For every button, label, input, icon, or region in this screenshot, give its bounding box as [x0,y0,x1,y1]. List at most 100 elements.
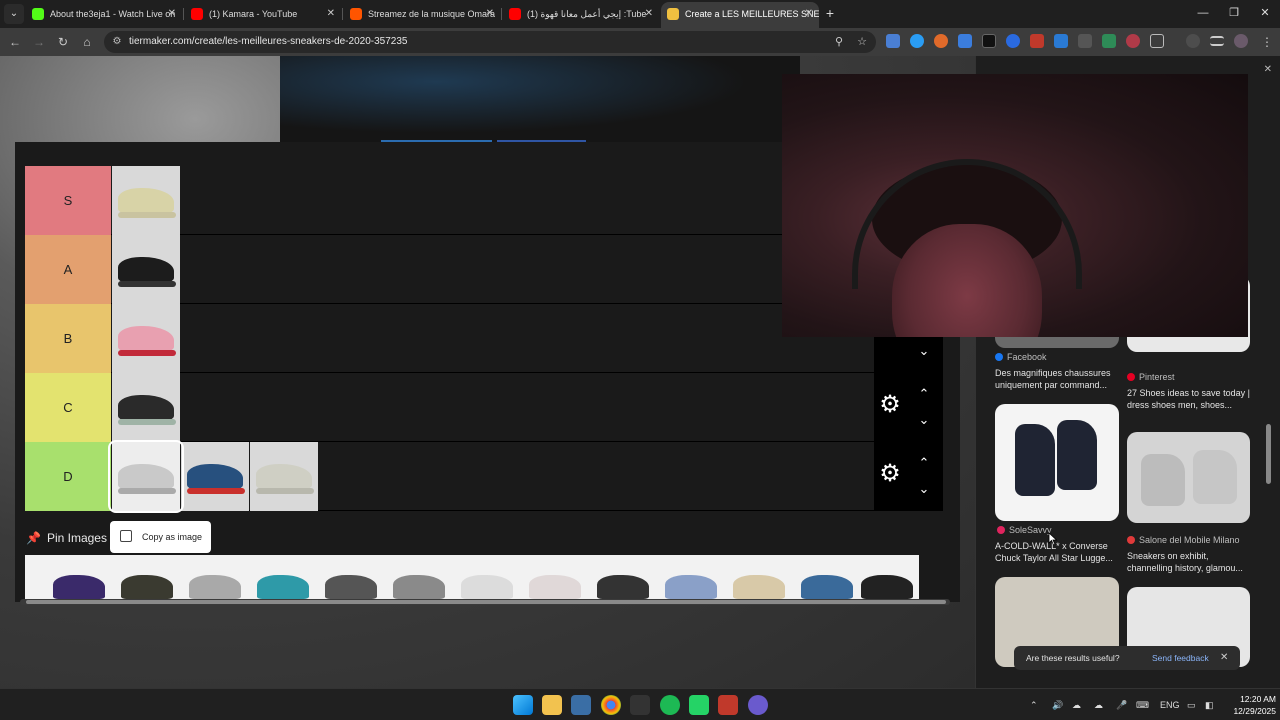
tier-label[interactable]: A [25,235,111,304]
network-icon[interactable]: ▭ [1187,689,1196,720]
extension-icon[interactable] [1054,34,1068,48]
spotify-icon[interactable] [660,695,680,715]
bookmark-star-icon[interactable]: ☆ [854,34,870,50]
tier-label[interactable]: S [25,166,111,235]
move-down-chevron-icon[interactable]: ⌄ [916,413,932,427]
tab-youtube-arabic[interactable]: (1) إيجي أعمل معانا قهوة :Tube ✕ [503,2,659,28]
tab-soundcloud[interactable]: Streamez de la musique Omara ✕ [344,2,500,28]
address-bar[interactable]: ⚙ tiermaker.com/create/les-meilleures-sn… [104,31,876,53]
sneaker-item[interactable] [597,575,649,599]
volume-icon[interactable]: 🔊 [1052,689,1063,720]
new-tab-button[interactable]: + [822,4,838,22]
sneaker-item[interactable] [189,575,241,599]
zoom-icon[interactable]: ⚲ [831,34,847,50]
result-description[interactable]: 27 Shoes ideas to save today | dress sho… [1127,387,1251,411]
start-windows-icon[interactable] [513,695,533,715]
ghost-extension-icon[interactable] [982,34,996,48]
system-clock[interactable]: 12:20 AM 12/29/2025 [1222,693,1276,717]
media-player-icon[interactable] [748,695,768,715]
extension-icon[interactable] [958,34,972,48]
site-info-icon[interactable]: ⚙ [110,35,124,49]
side-panel-close-icon[interactable]: ✕ [1264,64,1272,75]
profile-avatar[interactable] [1234,34,1248,48]
app-icon[interactable] [718,695,738,715]
horizontal-scrollbar[interactable] [20,599,950,605]
microsoft-store-icon[interactable] [571,695,591,715]
copy-as-image-button[interactable]: Copy as image [110,521,211,553]
send-feedback-link[interactable]: Send feedback [1152,646,1209,670]
sneaker-item[interactable] [121,575,173,599]
epic-games-icon[interactable] [630,695,650,715]
home-button[interactable]: ⌂ [78,33,96,51]
close-icon[interactable]: ✕ [486,2,494,26]
sneaker-item[interactable] [257,575,309,599]
sneaker-item[interactable] [53,575,105,599]
sneaker-item[interactable] [250,442,318,511]
keyboard-icon[interactable]: ⌨ [1136,689,1149,720]
sneaker-item[interactable] [461,575,513,599]
sneaker-item[interactable] [801,575,853,599]
sneaker-item[interactable] [181,442,249,511]
cloud-icon[interactable]: ☁ [1072,689,1081,720]
sneaker-item[interactable] [112,304,180,373]
extension-icon[interactable] [1030,34,1044,48]
move-up-chevron-icon[interactable]: ⌃ [916,456,932,470]
settings-gear-icon[interactable]: ⚙ [878,393,902,417]
tab-search-icon[interactable]: ⌄ [4,4,24,24]
restore-button[interactable]: ❐ [1219,4,1249,22]
sneaker-item[interactable] [112,235,180,304]
move-down-chevron-icon[interactable]: ⌄ [916,344,932,358]
extension-icon[interactable] [1078,34,1092,48]
sync-icon[interactable] [1186,34,1200,48]
show-hidden-icons-chevron[interactable]: ⌃ [1030,689,1038,720]
onedrive-icon[interactable]: ☁ [1094,689,1103,720]
sneaker-item[interactable] [665,575,717,599]
close-window-button[interactable]: ✕ [1250,4,1280,22]
close-icon[interactable]: ✕ [645,2,653,26]
tier-label[interactable]: C [25,373,111,442]
pin-images-toggle[interactable]: 📌 Pin Images [26,530,107,546]
sneaker-item[interactable] [325,575,377,599]
sneaker-item[interactable] [861,575,913,599]
side-panel-scrollbar[interactable] [1266,424,1271,484]
tier-label[interactable]: B [25,304,111,373]
reading-list-icon[interactable] [1210,36,1224,46]
sneaker-item[interactable] [112,373,180,442]
scrollbar-thumb[interactable] [26,600,946,604]
tab-kick[interactable]: About the3eja1 - Watch Live on ✕ [26,2,182,28]
language-indicator[interactable]: ENG [1160,689,1180,720]
microphone-icon[interactable]: 🎤 [1116,689,1127,720]
tier-label[interactable]: D [25,442,111,511]
chrome-icon[interactable] [601,695,621,715]
tab-tiermaker[interactable]: Create a LES MEILLEURES SNEA ✕ [661,2,819,28]
sneaker-item[interactable] [733,575,785,599]
file-explorer-icon[interactable] [542,695,562,715]
back-button[interactable]: ← [6,33,24,51]
extension-icon[interactable] [910,34,924,48]
tab-youtube-kamara[interactable]: (1) Kamara - YouTube ✕ [185,2,341,28]
translate-extension-icon[interactable] [886,34,900,48]
close-icon[interactable]: ✕ [327,2,335,26]
sneaker-item[interactable] [393,575,445,599]
close-icon[interactable]: ✕ [168,2,176,26]
forward-button[interactable]: → [30,33,48,51]
close-icon[interactable]: ✕ [805,2,813,26]
extension-icon[interactable] [1102,34,1116,48]
reload-button[interactable]: ↻ [54,33,72,51]
minimize-button[interactable]: — [1188,4,1218,22]
sneaker-item[interactable] [112,166,180,235]
close-icon[interactable]: ✕ [1220,646,1228,670]
result-description[interactable]: Des magnifiques chaussures uniquement pa… [995,367,1119,391]
battery-speaker-icon[interactable]: ◧ [1205,689,1214,720]
result-description[interactable]: Sneakers on exhibit, channelling history… [1127,550,1251,574]
sneaker-item[interactable] [529,575,581,599]
menu-kebab-icon[interactable]: ⋮ [1258,33,1276,51]
move-down-chevron-icon[interactable]: ⌄ [916,482,932,496]
extension-icon[interactable] [1126,34,1140,48]
extension-icon[interactable] [1006,34,1020,48]
whatsapp-icon[interactable] [689,695,709,715]
extension-icon[interactable] [934,34,948,48]
settings-gear-icon[interactable]: ⚙ [878,462,902,486]
extensions-puzzle-icon[interactable] [1150,34,1164,48]
move-up-chevron-icon[interactable]: ⌃ [916,387,932,401]
